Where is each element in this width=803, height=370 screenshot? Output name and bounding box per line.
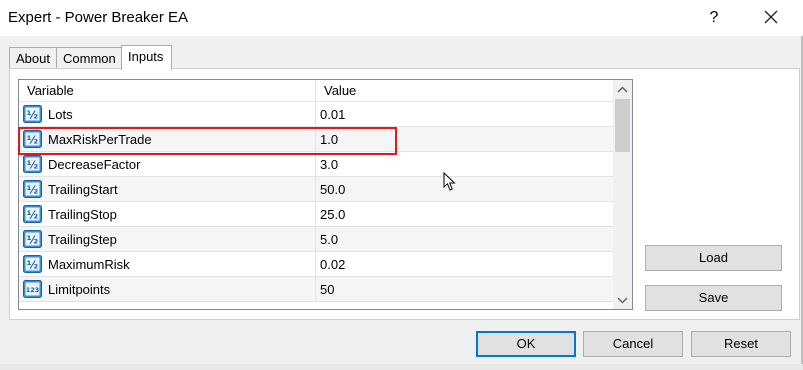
table-body: ½ Lots 0.01 ½ MaxRiskPerTrade 1.0 ½ DecreaseFac… xyxy=(19,102,613,302)
variable-name: Lots xyxy=(48,107,73,122)
table-row[interactable]: ½ DecreaseFactor 3.0 xyxy=(19,152,613,177)
svg-text:½: ½ xyxy=(27,209,38,222)
tab-about[interactable]: About xyxy=(9,47,57,69)
svg-text:123: 123 xyxy=(26,286,40,294)
variable-value[interactable]: 0.02 xyxy=(320,252,345,277)
double-param-icon: ½ xyxy=(23,230,42,248)
load-button[interactable]: Load xyxy=(645,245,782,271)
variable-name: Limitpoints xyxy=(48,282,111,297)
column-header-value[interactable]: Value xyxy=(316,80,613,102)
double-param-icon: ½ xyxy=(23,255,42,273)
tab-common[interactable]: Common xyxy=(56,47,122,69)
svg-text:½: ½ xyxy=(27,259,38,272)
double-param-icon: ½ xyxy=(23,155,42,173)
variable-value[interactable]: 0.01 xyxy=(320,102,345,127)
help-button[interactable]: ? xyxy=(702,6,726,30)
table-row[interactable]: ½ TrailingStep 5.0 xyxy=(19,227,613,252)
reset-button[interactable]: Reset xyxy=(691,331,791,357)
double-param-icon: ½ xyxy=(23,105,42,123)
tab-inputs[interactable]: Inputs xyxy=(121,45,172,70)
table-header: Variable Value xyxy=(19,80,613,102)
column-divider xyxy=(315,102,316,127)
double-param-icon: ½ xyxy=(23,130,42,148)
variable-value[interactable]: 50 xyxy=(320,277,334,302)
table-row[interactable]: 123 Limitpoints 50 xyxy=(19,277,613,302)
table-row[interactable]: ½ TrailingStop 25.0 xyxy=(19,202,613,227)
variable-value[interactable]: 25.0 xyxy=(320,202,345,227)
bottom-strip xyxy=(0,364,803,370)
variable-value[interactable]: 1.0 xyxy=(320,127,338,152)
save-button[interactable]: Save xyxy=(645,285,782,311)
svg-text:½: ½ xyxy=(27,109,38,122)
column-divider xyxy=(315,227,316,252)
variable-name: DecreaseFactor xyxy=(48,157,141,172)
vertical-scrollbar[interactable] xyxy=(613,80,632,309)
scrollbar-thumb[interactable] xyxy=(615,99,630,152)
cancel-button[interactable]: Cancel xyxy=(583,331,683,357)
mouse-cursor-icon xyxy=(443,172,456,191)
double-param-icon: ½ xyxy=(23,180,42,198)
svg-text:½: ½ xyxy=(27,134,38,147)
close-icon[interactable] xyxy=(759,5,783,29)
scroll-down-icon[interactable] xyxy=(613,292,632,309)
ok-button[interactable]: OK xyxy=(476,331,576,357)
table-row[interactable]: ½ Lots 0.01 xyxy=(19,102,613,127)
column-divider xyxy=(315,252,316,277)
integer-param-icon: 123 xyxy=(23,280,42,298)
svg-text:½: ½ xyxy=(27,159,38,172)
title-bar: Expert - Power Breaker EA ? xyxy=(0,0,803,36)
variable-name: MaximumRisk xyxy=(48,257,130,272)
column-divider xyxy=(315,177,316,202)
variable-value[interactable]: 5.0 xyxy=(320,227,338,252)
variable-name: TrailingStart xyxy=(48,182,118,197)
table-row[interactable]: ½ MaximumRisk 0.02 xyxy=(19,252,613,277)
table-row[interactable]: ½ TrailingStart 50.0 xyxy=(19,177,613,202)
table-row[interactable]: ½ MaxRiskPerTrade 1.0 xyxy=(19,127,613,152)
inputs-table[interactable]: Variable Value ½ Lots 0.01 ½ MaxRiskPerTrade… xyxy=(18,79,633,310)
variable-name: MaxRiskPerTrade xyxy=(48,132,152,147)
double-param-icon: ½ xyxy=(23,205,42,223)
variable-name: TrailingStop xyxy=(48,207,117,222)
variable-name: TrailingStep xyxy=(48,232,117,247)
variable-value[interactable]: 3.0 xyxy=(320,152,338,177)
svg-text:½: ½ xyxy=(27,184,38,197)
column-header-variable[interactable]: Variable xyxy=(19,80,315,102)
svg-text:½: ½ xyxy=(27,234,38,247)
column-divider xyxy=(315,127,316,152)
column-divider xyxy=(315,277,316,302)
column-divider xyxy=(315,152,316,177)
window-title: Expert - Power Breaker EA xyxy=(8,9,189,26)
column-divider xyxy=(315,202,316,227)
scroll-up-icon[interactable] xyxy=(613,81,632,98)
variable-value[interactable]: 50.0 xyxy=(320,177,345,202)
